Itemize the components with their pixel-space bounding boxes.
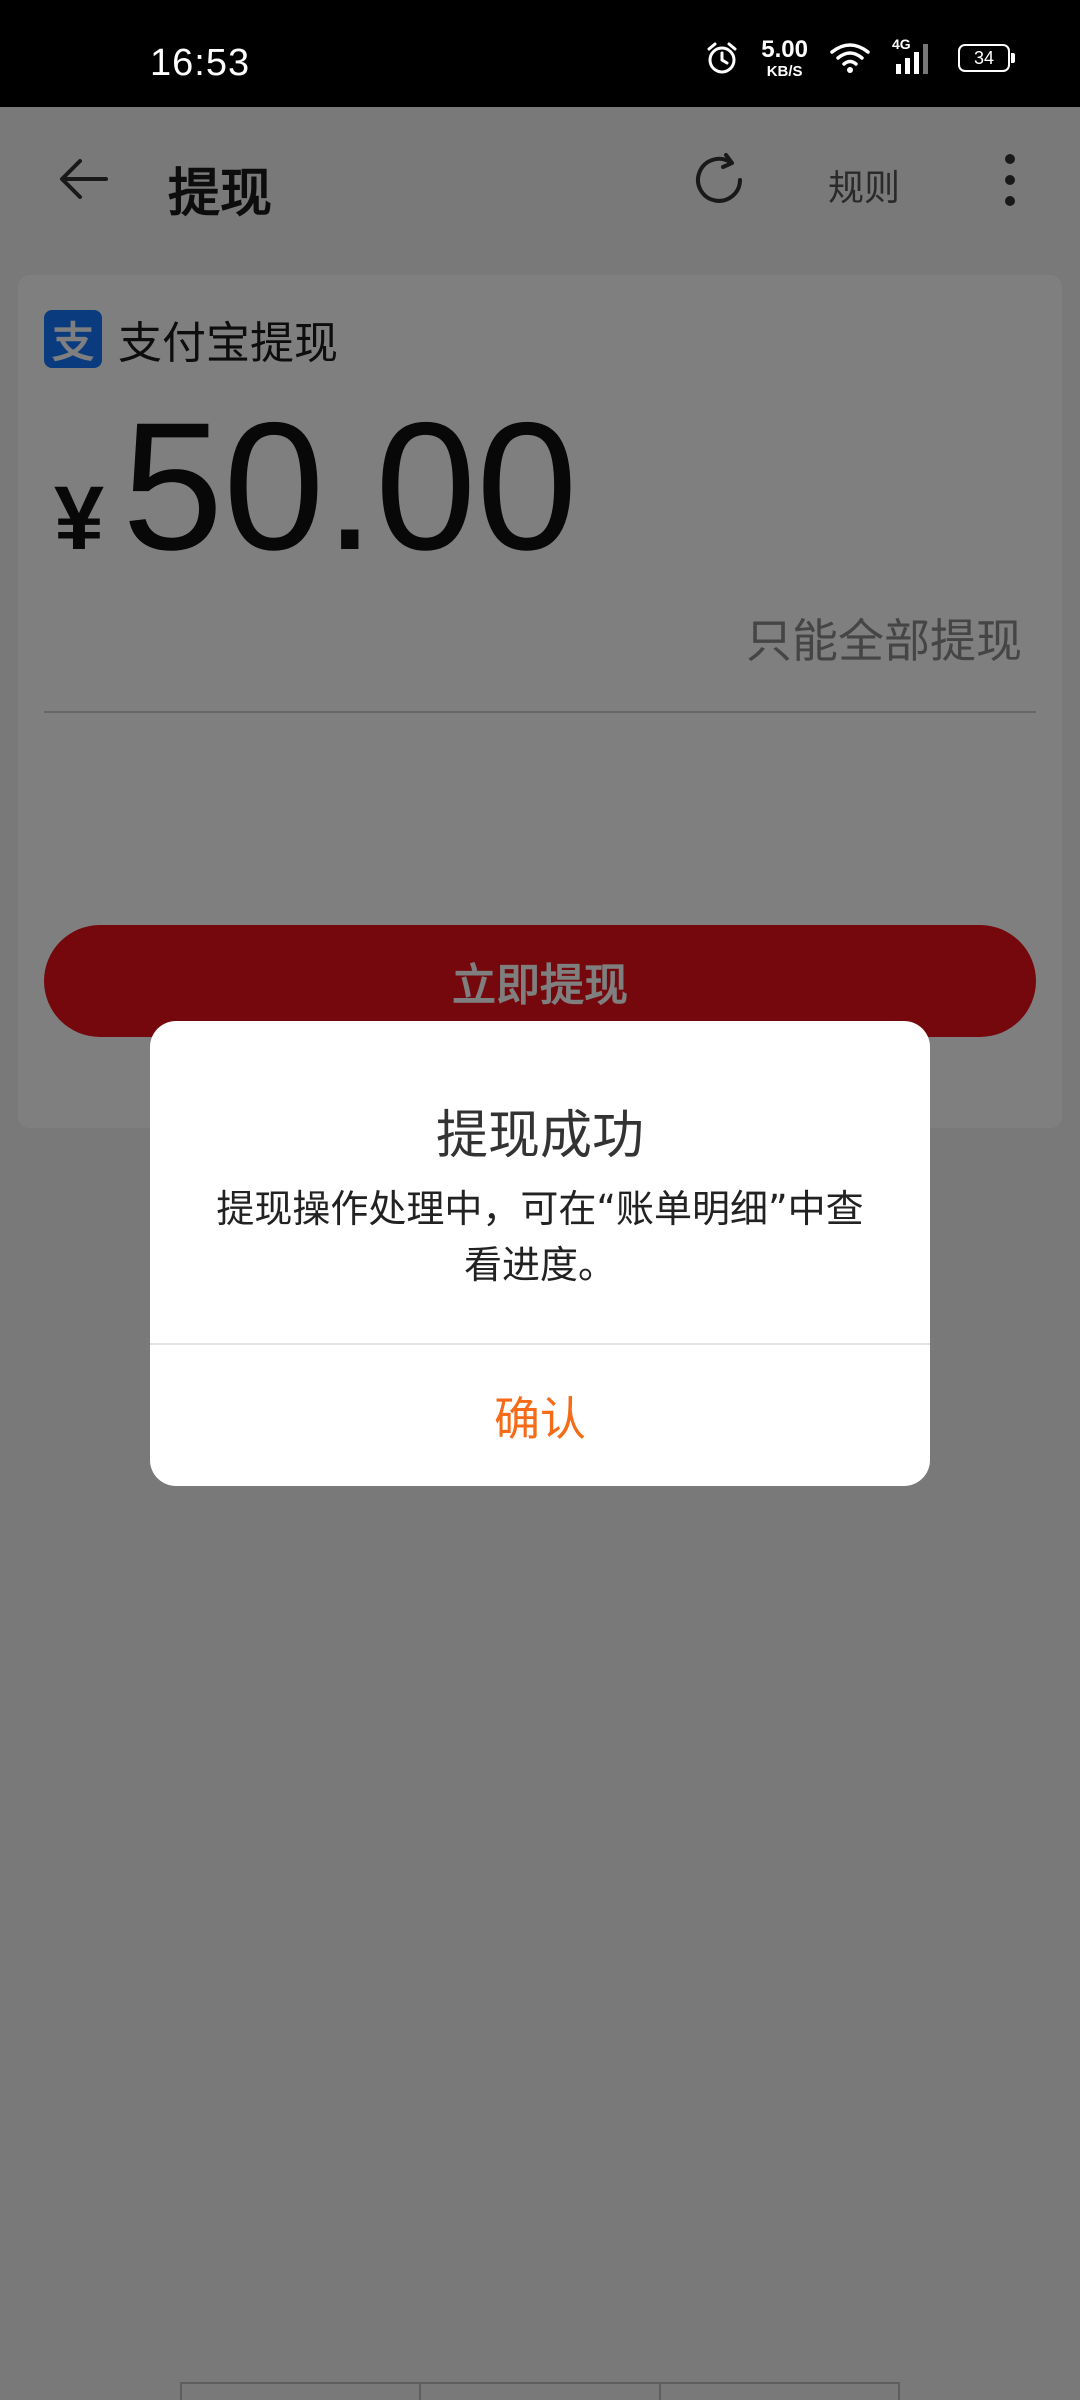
status-bar: 16:53 5.00 KB/S 4G 34 [0, 0, 1080, 107]
cellular-signal-icon: 4G [892, 36, 936, 76]
success-dialog: 提现成功 提现操作处理中，可在“账单明细”中查看进度。 确认 [150, 1021, 930, 1486]
net-speed-value: 5.00 [761, 35, 808, 63]
dialog-message: 提现操作处理中，可在“账单明细”中查看进度。 [216, 1187, 864, 1287]
status-icons: 5.00 KB/S 4G 34 [705, 35, 1015, 80]
battery-level: 34 [973, 47, 995, 68]
confirm-label: 确认 [494, 1391, 586, 1446]
net-speed: 5.00 KB/S [761, 35, 808, 80]
status-time: 16:53 [150, 42, 251, 84]
wifi-icon [830, 42, 870, 74]
battery-icon: 34 [958, 44, 1015, 72]
net-speed-unit: KB/S [766, 62, 803, 80]
dialog-title: 提现成功 [435, 1106, 644, 1166]
confirm-button[interactable]: 确认 [150, 1345, 930, 1486]
alarm-icon [705, 41, 739, 75]
